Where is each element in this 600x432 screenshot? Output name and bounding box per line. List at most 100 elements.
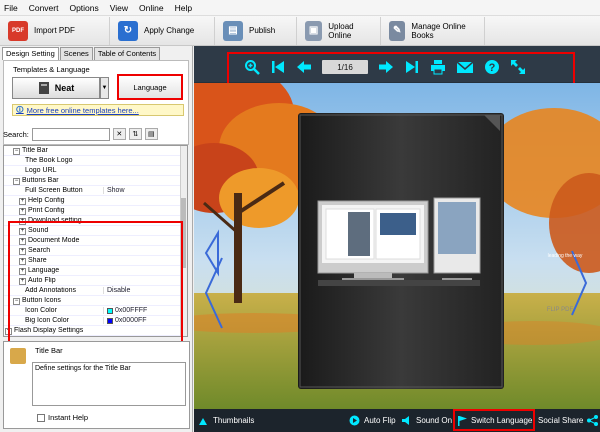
tree-row-value-text: Disable [107,287,131,294]
page-indicator[interactable]: 1/16 [322,60,368,74]
tree-row[interactable]: − Buttons Bar [4,176,187,186]
tree-row-label: Search [28,246,51,254]
next-page-icon[interactable] [378,59,394,75]
social-share-button[interactable]: Social Share [538,415,599,426]
instant-help-checkbox[interactable]: Instant Help [37,413,88,422]
print-icon[interactable] [430,59,446,75]
tree-row[interactable]: Logo URL [4,166,187,176]
clear-search-button[interactable]: ✕ [112,128,126,140]
apply-change-button[interactable]: ↻ Apply Change [110,16,215,45]
expand-icon[interactable]: + [19,237,26,245]
expand-icon[interactable]: + [19,257,26,265]
tree-row-value-text: Show [107,187,125,194]
tree-row-value[interactable]: Disable [103,287,187,294]
viewer-controls: 1/16 ? [244,58,564,76]
auto-flip-button[interactable]: Auto Flip [349,415,396,426]
sort-icon: ⇅ [132,131,139,138]
toolbar-label: Import PDF [34,26,75,35]
expand-icon[interactable]: + [19,247,26,255]
scrollbar-thumb[interactable] [181,198,186,268]
menu-item-help[interactable]: Help [175,3,192,13]
expand-icon[interactable]: + [19,197,26,205]
expand-icon[interactable]: + [19,207,26,215]
tab-table-of-contents[interactable]: Table of Contents [93,47,161,60]
social-share-label: Social Share [538,416,584,425]
manage-online-books-button[interactable]: ✎ Manage Online Books [381,16,485,45]
tree-row[interactable]: − Button Icons [4,296,187,306]
tree-row[interactable]: + Language [4,266,187,276]
auto-flip-label: Auto Flip [364,416,396,425]
description-text: Define settings for the Title Bar [32,362,186,406]
tree-row[interactable]: Big Icon Color 0x0000FF [4,316,187,326]
menu-item-view[interactable]: View [110,3,128,13]
help-icon[interactable]: ? [484,59,500,75]
tree-row-value[interactable]: Show [103,187,187,194]
expand-icon[interactable]: + [19,227,26,235]
tree-row[interactable]: Full Screen Button Show [4,186,187,196]
search-input[interactable] [31,127,110,141]
menu-item-online[interactable]: Online [139,3,164,13]
apply-change-icon: ↻ [118,20,138,41]
sort-button[interactable]: ⇅ [128,128,142,140]
settings-tree: − Title Bar The Book Logo Logo URL − Buttons … [3,145,188,337]
switch-language-button[interactable]: Switch Language [457,415,532,426]
checkbox-box[interactable] [37,413,45,422]
menu-item-file[interactable]: File [4,3,18,13]
tree-row[interactable]: + Download setting [4,216,187,226]
fullscreen-icon[interactable] [510,59,526,75]
tree-row-value[interactable]: 0x00FFFF [103,307,187,314]
tree-row[interactable]: + Flash Display Settings [4,326,187,336]
more-templates-link[interactable]: 🛈 More free online templates here... [12,104,184,116]
expand-icon[interactable]: + [5,327,12,335]
collapse-icon[interactable]: − [13,297,20,305]
tree-row[interactable]: + Auto Flip [4,276,187,286]
tab-scenes[interactable]: Scenes [59,47,93,60]
chevron-down-icon: ▼ [101,85,108,91]
menu-item-convert[interactable]: Convert [29,3,59,13]
sound-on-button[interactable]: Sound On [401,415,452,426]
tree-row[interactable]: Add Annotations Disable [4,286,187,296]
tree-row[interactable]: + Search [4,246,187,256]
zoom-in-icon[interactable] [244,59,260,75]
publish-icon: ▤ [223,20,243,41]
tree-row[interactable]: + Share [4,256,187,266]
menu-bar: File Convert Options View Online Help [0,0,600,16]
first-page-icon[interactable] [270,59,286,75]
publish-button[interactable]: ▤ Publish [215,16,297,45]
template-dropdown-button[interactable]: ▼ [100,77,109,99]
tree-row[interactable]: + Document Mode [4,236,187,246]
tree-row-label: Full Screen Button [25,187,83,194]
autumn-background [194,83,600,409]
upload-online-button[interactable]: ▣ Upload Online [297,16,381,45]
color-swatch[interactable] [107,317,113,324]
tree-row[interactable]: Icon Color 0x00FFFF [4,306,187,316]
tree-scrollbar[interactable] [180,146,187,336]
tree-row-label: Icon Color [25,307,57,314]
collapse-icon[interactable]: − [13,147,20,155]
thumbnails-button[interactable]: Thumbnails [198,416,254,426]
filter-button[interactable]: ▤ [144,128,158,140]
search-row: Search: ✕ ⇅ ▤ [3,126,190,142]
language-button[interactable]: Language [117,74,183,100]
email-icon[interactable] [456,59,474,75]
more-templates-label: More free online templates here... [26,105,139,115]
tree-row[interactable]: + Print Config [4,206,187,216]
tab-design-setting[interactable]: Design Setting [2,47,59,60]
tree-row[interactable]: The Book Logo [4,156,187,166]
tree-row[interactable]: − Title Bar [4,146,187,156]
expand-icon[interactable]: + [19,217,26,225]
import-pdf-button[interactable]: PDF Import PDF [0,16,110,45]
template-select[interactable]: Neat [12,77,100,99]
color-swatch[interactable] [107,307,113,314]
play-icon [349,415,360,426]
tree-row[interactable]: + Help Config [4,196,187,206]
previous-page-icon[interactable] [296,59,312,75]
tree-row[interactable]: + Sound [4,226,187,236]
tree-row-value[interactable]: 0x0000FF [103,317,187,324]
expand-icon[interactable]: + [19,267,26,275]
last-page-icon[interactable] [404,59,420,75]
collapse-icon[interactable]: − [13,177,20,185]
tree-row-label: Add Annotations [25,287,76,294]
expand-icon[interactable]: + [19,277,26,285]
menu-item-options[interactable]: Options [69,3,98,13]
